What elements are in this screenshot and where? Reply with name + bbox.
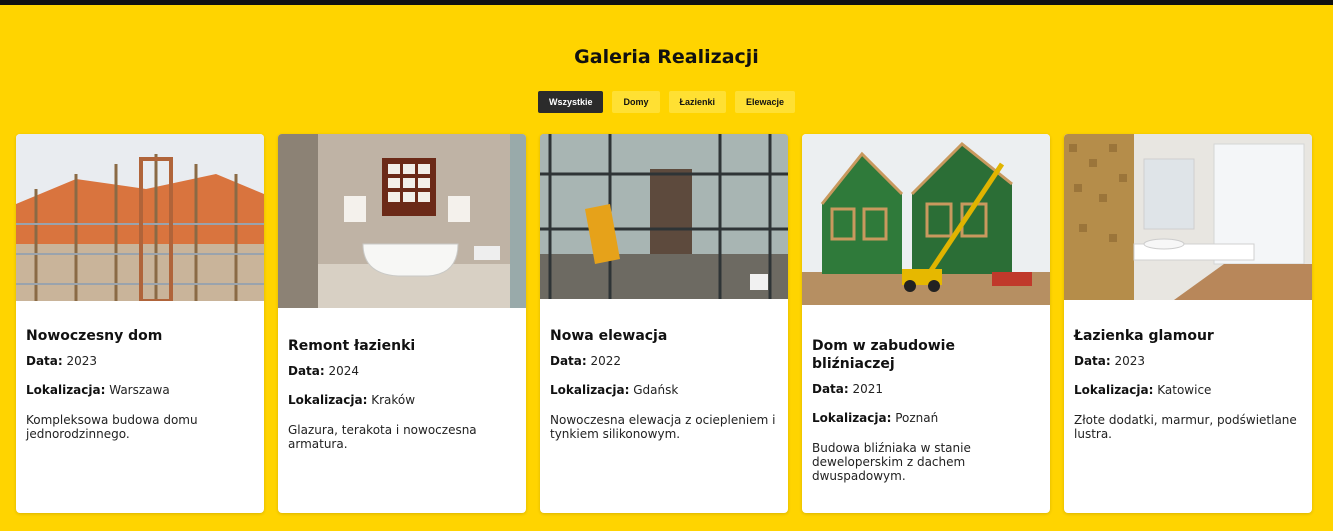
location-label: Lokalizacja: — [288, 393, 368, 407]
card-title: Nowoczesny dom — [26, 328, 163, 344]
card-location: Lokalizacja: Katowice — [1074, 383, 1302, 398]
date-label: Data: — [288, 364, 325, 378]
card-description: Glazura, terakota i nowoczesna armatura. — [288, 423, 477, 451]
date-value: 2023 — [1114, 354, 1146, 368]
card-description: Nowoczesna elewacja z ociepleniem i tynk… — [550, 413, 776, 441]
date-label: Data: — [1074, 354, 1111, 368]
card-location: Lokalizacja: Gdańsk — [550, 383, 778, 398]
location-value: Gdańsk — [633, 383, 679, 397]
card-date: Data: 2022 — [550, 354, 778, 369]
card-title: Łazienka glamour — [1074, 328, 1214, 344]
gallery-card[interactable]: Nowoczesny dom Data: 2023 Lokalizacja: W… — [16, 134, 264, 513]
gallery-card[interactable]: Remont łazienki Data: 2024 Lokalizacja: … — [278, 134, 526, 513]
card-title: Dom w zabudowie bliźniaczej — [812, 338, 955, 372]
facade-scaffolding-photo — [540, 134, 788, 299]
filter-bar: Wszystkie Domy Łazienki Elewacje — [0, 91, 1333, 113]
filter-bathrooms-button[interactable]: Łazienki — [668, 91, 727, 113]
gallery-card[interactable]: Łazienka glamour Data: 2023 Lokalizacja:… — [1064, 134, 1312, 513]
location-value: Poznań — [895, 411, 939, 425]
gallery-card[interactable]: Dom w zabudowie bliźniaczej Data: 2021 L… — [802, 134, 1050, 513]
filter-houses-button[interactable]: Domy — [612, 91, 660, 113]
card-location: Lokalizacja: Kraków — [288, 393, 516, 408]
card-description: Kompleksowa budowa domu jednorodzinnego. — [26, 413, 198, 441]
card-date: Data: 2024 — [288, 364, 516, 379]
location-label: Lokalizacja: — [1074, 383, 1154, 397]
date-value: 2021 — [852, 382, 884, 396]
card-title: Nowa elewacja — [550, 328, 668, 344]
location-value: Warszawa — [109, 383, 170, 397]
house-framing-photo — [16, 134, 264, 301]
gallery-grid: Nowoczesny dom Data: 2023 Lokalizacja: W… — [16, 134, 1312, 513]
date-label: Data: — [812, 382, 849, 396]
top-border — [0, 0, 1333, 5]
location-value: Kraków — [371, 393, 416, 407]
gallery-card[interactable]: Nowa elewacja Data: 2022 Lokalizacja: Gd… — [540, 134, 788, 513]
location-label: Lokalizacja: — [26, 383, 106, 397]
date-value: 2024 — [328, 364, 360, 378]
card-location: Lokalizacja: Poznań — [812, 411, 1040, 426]
semi-detached-house-photo — [802, 134, 1050, 305]
card-date: Data: 2023 — [26, 354, 254, 369]
card-description: Budowa bliźniaka w stanie deweloperskim … — [812, 441, 971, 483]
date-label: Data: — [26, 354, 63, 368]
location-label: Lokalizacja: — [812, 411, 892, 425]
bathroom-photo — [278, 134, 526, 308]
card-date: Data: 2021 — [812, 382, 1040, 397]
location-label: Lokalizacja: — [550, 383, 630, 397]
date-value: 2022 — [590, 354, 622, 368]
glamour-bathroom-photo — [1064, 134, 1312, 300]
date-label: Data: — [550, 354, 587, 368]
card-description: Złote dodatki, marmur, podświetlane lust… — [1074, 413, 1297, 441]
card-title: Remont łazienki — [288, 338, 416, 354]
card-location: Lokalizacja: Warszawa — [26, 383, 254, 398]
date-value: 2023 — [66, 354, 98, 368]
page-title: Galeria Realizacji — [574, 46, 759, 68]
filter-all-button[interactable]: Wszystkie — [537, 91, 604, 113]
filter-facades-button[interactable]: Elewacje — [735, 91, 796, 113]
card-date: Data: 2023 — [1074, 354, 1302, 369]
location-value: Katowice — [1157, 383, 1212, 397]
